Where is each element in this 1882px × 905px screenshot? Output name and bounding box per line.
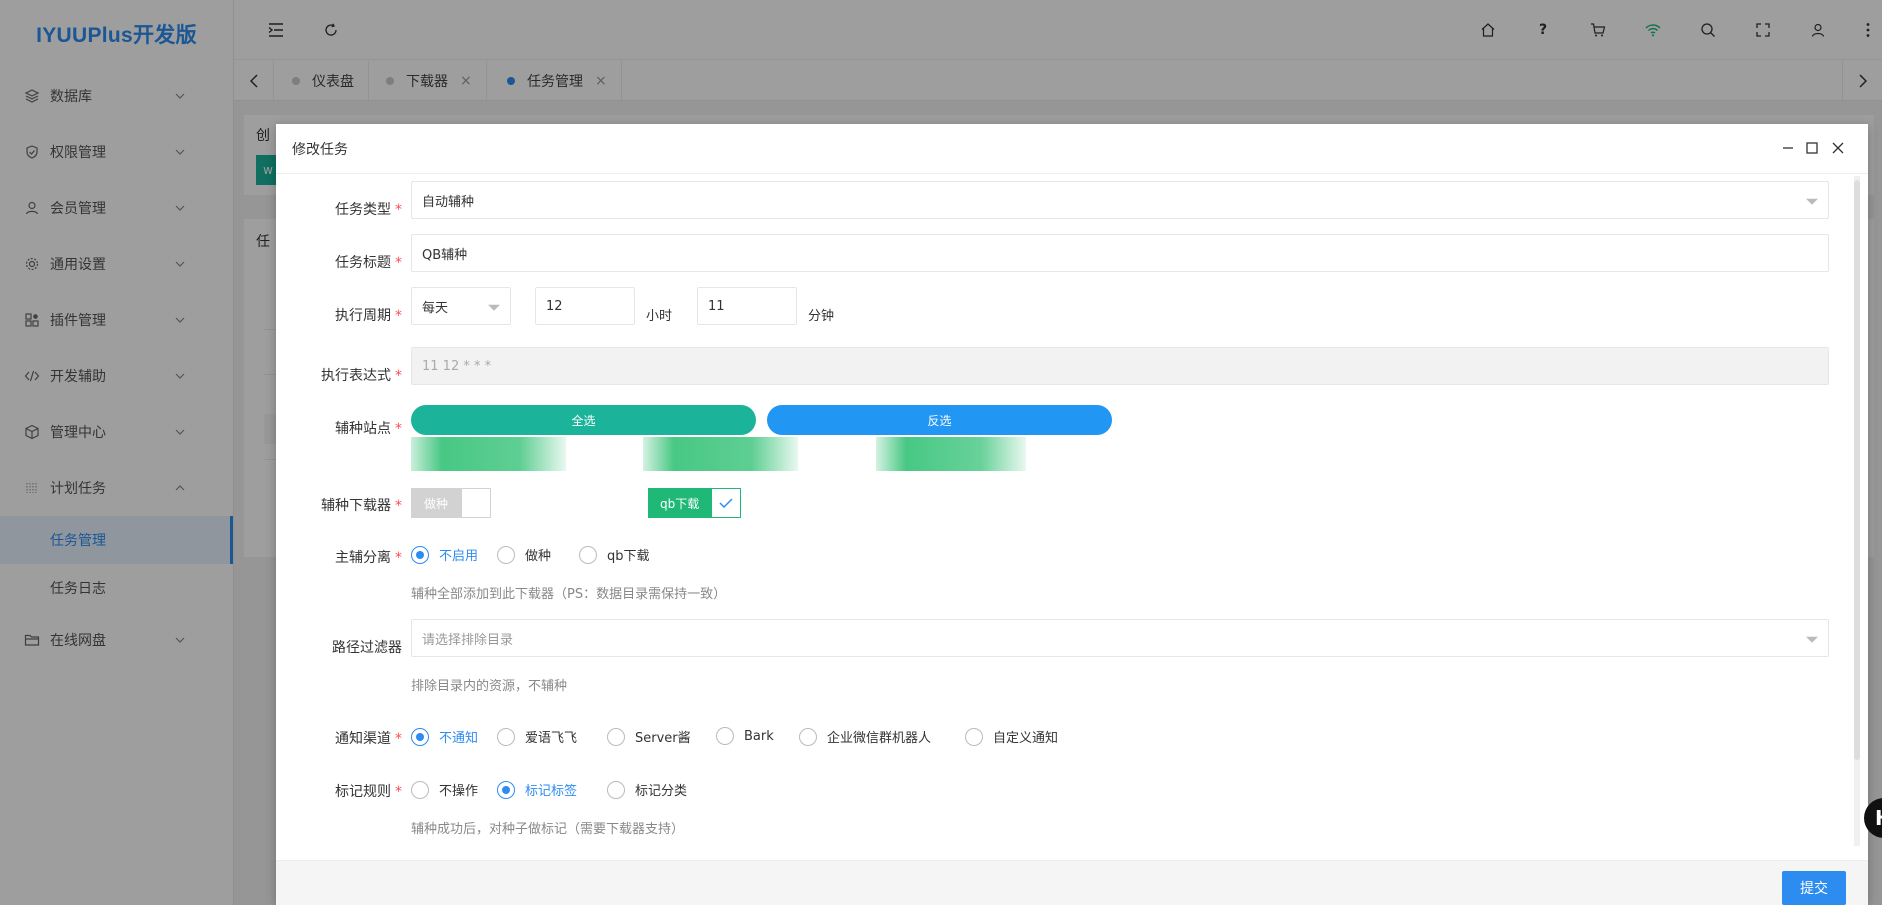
radio-label: 做种	[525, 549, 552, 564]
radio-circle	[411, 780, 429, 799]
notify-radio-wecom[interactable]: 企业微信群机器人	[799, 727, 931, 746]
notify-radio-serverchan[interactable]: Server酱	[607, 727, 691, 746]
radio-circle	[965, 727, 983, 746]
select-all-button[interactable]: 全选	[411, 405, 756, 435]
caret-down-icon	[1806, 198, 1818, 205]
radio-circle	[497, 727, 515, 746]
check-icon	[711, 488, 742, 518]
radio-circle	[607, 727, 625, 746]
dialog-footer: 提交	[276, 860, 1868, 905]
cron-input: 11 12 * * *	[411, 347, 1829, 385]
hour-value: 12	[546, 298, 563, 314]
split-hint: 辅种全部添加到此下载器（PS：数据目录需保持一致）	[411, 587, 727, 602]
radio-label: 企业微信群机器人	[827, 731, 932, 746]
mark-radio-none[interactable]: 不操作	[411, 780, 478, 799]
minute-value: 11	[708, 298, 725, 314]
site-checkbox-blurred[interactable]	[643, 437, 798, 471]
notify-radio-custom[interactable]: 自定义通知	[965, 727, 1058, 746]
radio-circle	[799, 727, 817, 746]
minute-unit: 分钟	[808, 309, 835, 324]
downloader-checkbox-seed[interactable]: 做种	[411, 488, 492, 518]
task-type-value: 自动辅种	[422, 194, 475, 210]
hour-unit: 小时	[646, 309, 673, 324]
path-filter-hint: 排除目录内的资源，不辅种	[411, 679, 568, 694]
radio-label: qb下载	[607, 549, 650, 564]
caret-down-icon	[1806, 636, 1818, 643]
radio-label: 爱语飞飞	[525, 731, 578, 746]
hour-input[interactable]: 12	[535, 287, 635, 325]
radio-circle	[579, 545, 597, 564]
dialog-scrollbar[interactable]	[1854, 176, 1860, 846]
path-filter-select[interactable]: 请选择排除目录	[411, 619, 1829, 657]
radio-label: Server酱	[635, 731, 691, 746]
cycle-value: 每天	[422, 300, 449, 316]
checkbox-box	[461, 488, 492, 518]
radio-label: 不操作	[439, 784, 479, 799]
split-radio-seed[interactable]: 做种	[497, 545, 551, 564]
mark-radio-category[interactable]: 标记分类	[607, 780, 687, 799]
downloaders-label: 辅种下载器 *	[321, 498, 402, 514]
split-radio-qb[interactable]: qb下载	[579, 545, 650, 564]
mark-radio-tag[interactable]: 标记标签	[497, 780, 577, 799]
downloader-name: 做种	[411, 488, 462, 518]
radio-label: 标记标签	[525, 784, 578, 799]
dialog-title: 修改任务	[292, 141, 348, 158]
radio-circle	[607, 780, 625, 799]
cron-label: 执行表达式 *	[321, 368, 402, 384]
path-filter-label: 路径过滤器	[332, 640, 402, 656]
path-filter-placeholder: 请选择排除目录	[422, 632, 514, 648]
site-checkbox-blurred[interactable]	[876, 437, 1026, 471]
close-icon[interactable]	[1828, 138, 1848, 158]
site-checkbox-blurred[interactable]	[411, 437, 566, 471]
downloader-name: qb下载	[648, 488, 712, 518]
radio-label: Bark	[744, 728, 774, 744]
submit-button[interactable]: 提交	[1782, 871, 1846, 905]
edit-task-dialog: 修改任务 任务类型 * 自动辅种 任务标题 * QB辅种 执行周期 * 每天 1…	[276, 124, 1868, 905]
cycle-select[interactable]: 每天	[411, 287, 511, 325]
radio-circle	[411, 545, 429, 564]
task-type-select[interactable]: 自动辅种	[411, 181, 1829, 219]
minute-input[interactable]: 11	[697, 287, 797, 325]
task-title-value: QB辅种	[422, 247, 468, 263]
dialog-body: 任务类型 * 自动辅种 任务标题 * QB辅种 执行周期 * 每天 12 小时 11	[276, 175, 1868, 852]
scrollbar-thumb[interactable]	[1854, 180, 1860, 760]
cron-value: 11 12 * * *	[422, 358, 492, 374]
split-radio-disabled[interactable]: 不启用	[411, 545, 478, 564]
radio-circle	[716, 727, 734, 745]
minimize-icon[interactable]	[1778, 138, 1798, 158]
notify-radio-iyuu[interactable]: 爱语飞飞	[497, 727, 577, 746]
radio-circle	[497, 545, 515, 564]
radio-circle	[411, 727, 429, 746]
maximize-icon[interactable]	[1802, 138, 1822, 158]
radio-label: 不启用	[439, 549, 479, 564]
notify-radio-none[interactable]: 不通知	[411, 727, 478, 746]
mark-hint: 辅种成功后，对种子做标记（需要下载器支持）	[411, 822, 685, 837]
dialog-header: 修改任务	[276, 124, 1868, 174]
caret-down-icon	[488, 304, 500, 311]
radio-label: 标记分类	[635, 784, 688, 799]
downloader-checkbox-qb[interactable]: qb下载	[648, 488, 742, 518]
notify-radio-bark[interactable]: Bark	[716, 727, 774, 745]
task-type-label: 任务类型 *	[335, 202, 402, 218]
invert-selection-button[interactable]: 反选	[767, 405, 1112, 435]
sites-label: 辅种站点 *	[335, 421, 402, 437]
radio-label: 不通知	[439, 731, 479, 746]
task-title-input[interactable]: QB辅种	[411, 234, 1829, 272]
task-title-label: 任务标题 *	[335, 255, 402, 271]
mark-label: 标记规则 *	[335, 784, 402, 800]
radio-label: 自定义通知	[993, 731, 1059, 746]
notify-label: 通知渠道 *	[335, 731, 402, 747]
split-label: 主辅分离 *	[335, 550, 402, 566]
cycle-label: 执行周期 *	[335, 308, 402, 324]
radio-circle	[497, 780, 515, 799]
